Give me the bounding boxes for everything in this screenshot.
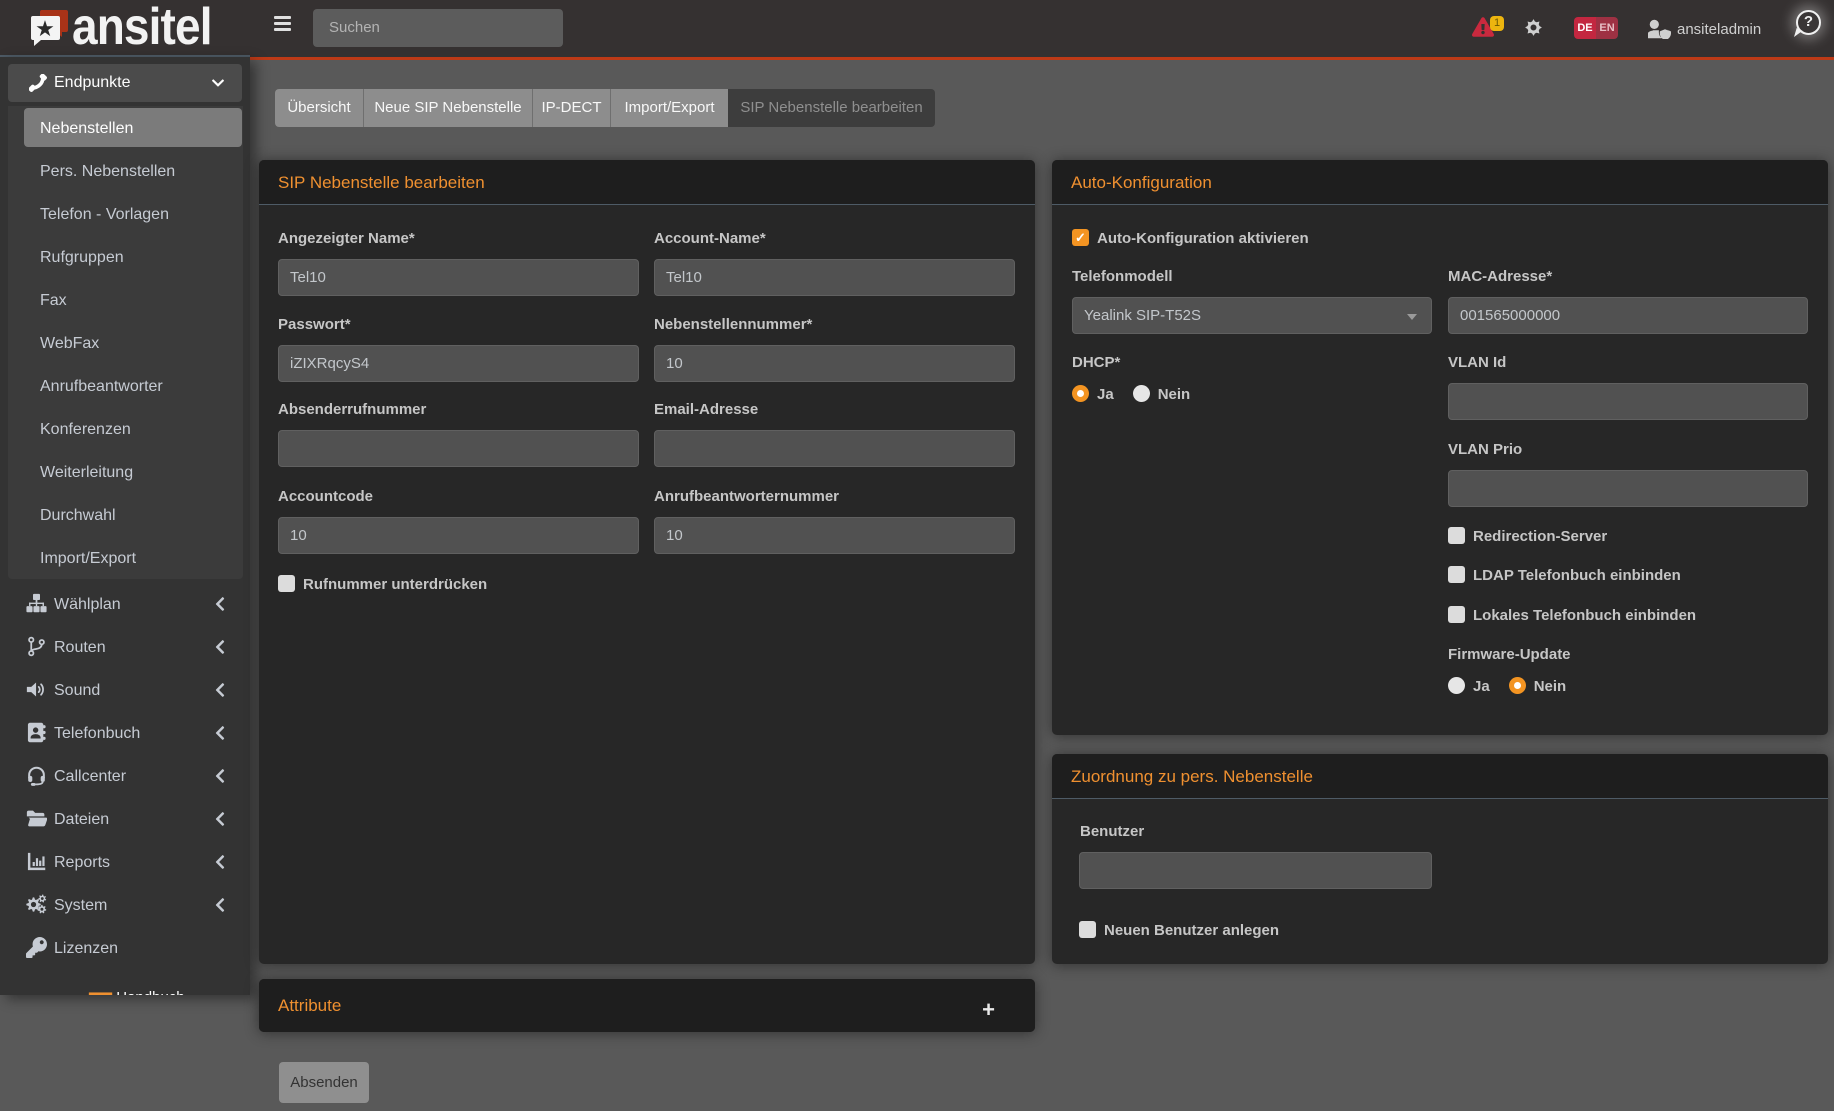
svg-text:★: ★ — [35, 16, 55, 41]
